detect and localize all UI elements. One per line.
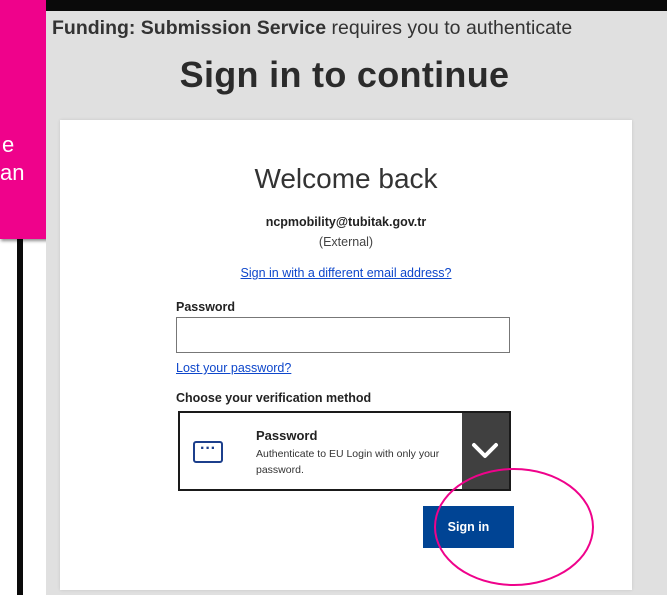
- sign-in-button[interactable]: Sign in: [423, 506, 514, 548]
- login-card: Welcome back ncpmobility@tubitak.gov.tr …: [60, 120, 632, 590]
- method-description: Authenticate to EU Login with only your …: [256, 448, 440, 476]
- lost-password-link[interactable]: Lost your password?: [176, 361, 291, 375]
- dropdown-toggle[interactable]: [462, 413, 509, 489]
- password-label: Password: [176, 300, 236, 314]
- method-title: Password: [256, 428, 318, 443]
- service-name: Funding: Submission Service: [52, 17, 327, 39]
- account-type: (External): [318, 235, 374, 249]
- auth-notice: Funding: Submission Service requires you…: [52, 17, 572, 40]
- notice-text: requires you to authenticate: [326, 17, 573, 39]
- different-email-link[interactable]: Sign in with a different email address?: [60, 266, 632, 280]
- verification-method-label: Choose your verification method: [176, 391, 372, 405]
- pink-callout-note: e an: [0, 0, 48, 239]
- page-title: Sign in to continue: [179, 54, 510, 95]
- left-border-line: [17, 226, 23, 595]
- password-field[interactable]: [176, 317, 510, 353]
- verification-method-select[interactable]: ··· Password Authenticate to EU Login wi…: [178, 411, 511, 491]
- chevron-down-icon: [472, 443, 498, 458]
- login-page: Funding: Submission Service requires you…: [46, 0, 667, 595]
- welcome-heading: Welcome back: [254, 163, 438, 194]
- top-border-bar: [46, 0, 667, 11]
- callout-text-line2: an: [0, 160, 25, 185]
- callout-text-line1: e: [2, 132, 15, 157]
- password-dots-icon: ···: [193, 441, 223, 463]
- user-email: ncpmobility@tubitak.gov.tr: [265, 215, 427, 229]
